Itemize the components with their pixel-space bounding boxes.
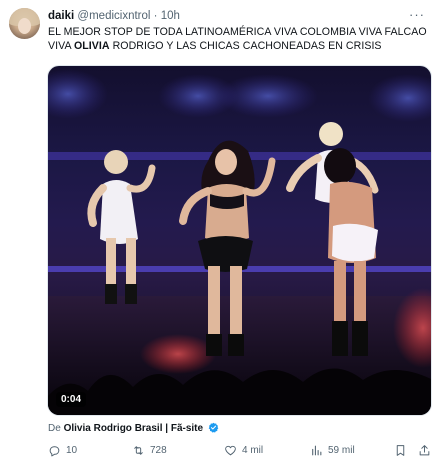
stage-light [368,74,431,122]
tweet[interactable]: daiki @medicixntrol · 10h ··· EL MEJOR S… [0,0,435,465]
more-icon[interactable]: ··· [409,8,425,21]
timestamp[interactable]: 10h [161,10,180,22]
dancer-left [87,150,156,304]
like-count: 4 mil [242,445,264,456]
tweet-text-part2: RODRIGO Y LAS CHICAS CACHONEADAS EN CRIS… [109,40,382,53]
tweet-header: daiki @medicixntrol · 10h [48,9,180,23]
video-frame [48,69,431,415]
like-icon [225,445,236,456]
handle[interactable]: @medicixntrol [77,10,150,22]
floor-light [140,334,216,374]
action-bar: 10 728 4 mil 59 mil [48,444,430,460]
media-source: De Olivia Rodrigo Brasil | Fã-site [48,422,219,434]
source-prefix: De [48,423,61,434]
bookmark-icon [396,445,405,456]
display-name[interactable]: daiki [48,10,74,22]
source-name[interactable]: Olivia Rodrigo Brasil | Fã-site [64,423,204,434]
reply-icon [49,446,60,457]
reply-count: 10 [66,445,78,456]
stage-light [218,74,318,118]
stage-light [48,69,108,119]
avatar[interactable] [9,8,40,39]
views-button[interactable]: 59 mil [310,444,355,457]
share-icon [419,445,430,456]
reply-button[interactable]: 10 [48,444,77,457]
verified-icon [208,422,219,433]
video-player[interactable]: 0:04 [47,65,432,416]
retweet-count: 728 [150,445,167,456]
share-button[interactable] [418,444,435,457]
like-button[interactable]: 4 mil [224,444,263,457]
video-timestamp: 0:04 [56,392,87,407]
views-icon [312,445,322,456]
retweet-button[interactable]: 728 [132,444,167,457]
separator-dot: · [153,10,158,22]
avatar-face [18,18,31,34]
tweet-text: EL MEJOR STOP DE TODA LATINOAMÉRICA VIVA… [48,25,428,53]
tweet-text-bold: OLIVIA [73,40,110,53]
views-count: 59 mil [328,445,355,456]
retweet-icon [134,446,143,455]
bookmark-button[interactable] [394,444,412,457]
